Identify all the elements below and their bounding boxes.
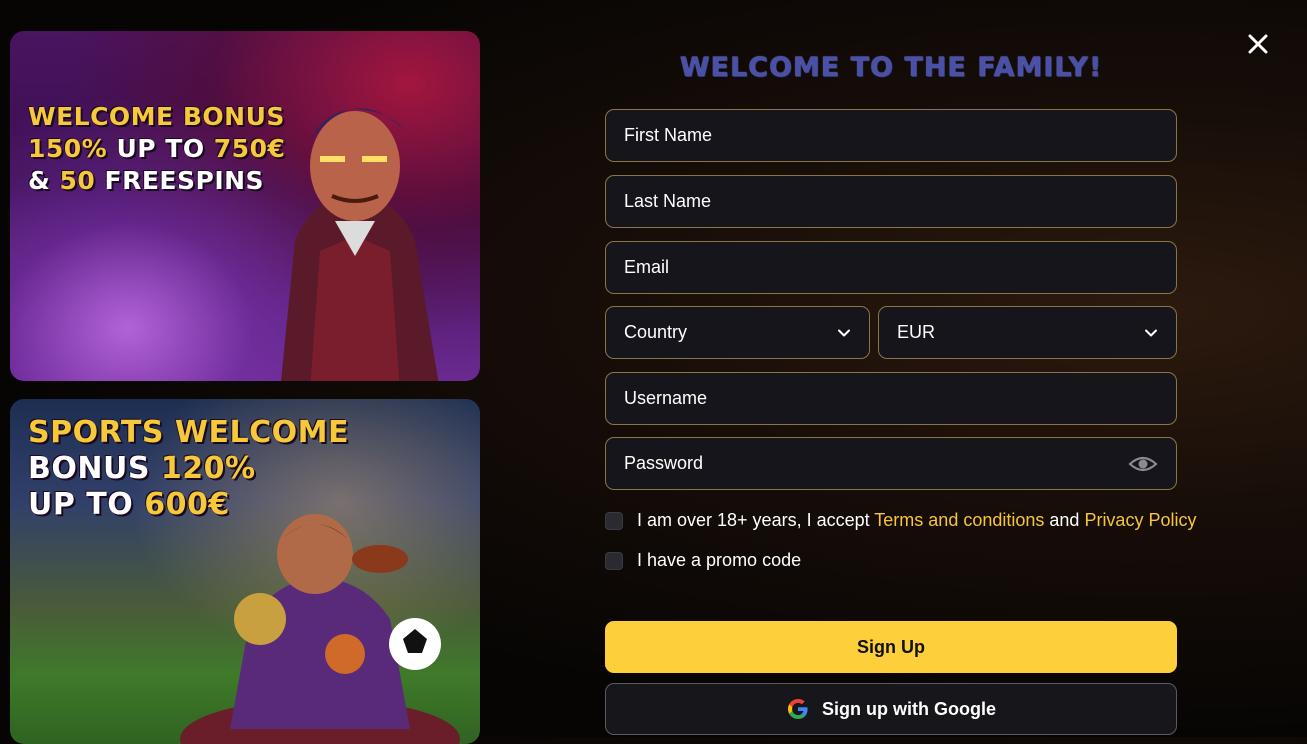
terms-checkbox[interactable] <box>605 511 623 530</box>
country-value: Country <box>624 322 688 342</box>
email-field[interactable]: Email <box>605 241 1177 294</box>
last-name-field[interactable]: Last Name <box>605 175 1177 228</box>
terms-row: I am over 18+ years, I accept Terms and … <box>605 510 1196 531</box>
sports-bonus-banner[interactable]: SPORTS WELCOME BONUS 120% UP TO 600€ <box>10 399 480 744</box>
terms-link[interactable]: Terms and conditions <box>874 510 1044 530</box>
username-field[interactable]: Username <box>605 372 1177 425</box>
close-icon <box>1248 34 1268 54</box>
casino-bonus-text: WELCOME BONUS 150% UP TO 750€ & 50 FREES… <box>28 101 285 197</box>
casino-bonus-line3: & 50 FREESPINS <box>28 165 285 197</box>
chevron-down-icon <box>1145 329 1157 336</box>
casino-bonus-upto: UP TO <box>107 134 214 163</box>
first-name-placeholder: First Name <box>624 125 713 145</box>
email-placeholder: Email <box>624 257 670 277</box>
casino-bonus-freespins: FREESPINS <box>95 166 265 195</box>
casino-bonus-banner[interactable]: WELCOME BONUS 150% UP TO 750€ & 50 FREES… <box>10 31 480 381</box>
currency-value: EUR <box>897 322 936 342</box>
casino-bonus-line1: WELCOME BONUS <box>28 102 285 131</box>
terms-and: and <box>1044 510 1085 530</box>
page-title: WELCOME TO THE FAMILY! <box>679 52 1103 83</box>
casino-bonus-amount: 750€ <box>213 134 286 163</box>
google-icon <box>788 699 808 719</box>
sign-up-button[interactable]: Sign Up <box>605 621 1177 673</box>
eye-icon[interactable] <box>1128 454 1158 474</box>
country-select[interactable]: Country <box>605 306 870 359</box>
sports-bonus-line2: BONUS 120% <box>28 451 349 487</box>
username-placeholder: Username <box>624 388 708 408</box>
casino-bonus-spins-count: 50 <box>59 166 96 195</box>
sports-bonus-amount: 600€ <box>144 487 230 522</box>
google-sign-up-button[interactable]: Sign up with Google <box>605 683 1177 735</box>
currency-select[interactable]: EUR <box>878 306 1177 359</box>
sports-bonus-word: BONUS <box>28 451 161 486</box>
sports-bonus-upto: UP TO <box>28 487 145 522</box>
privacy-link[interactable]: Privacy Policy <box>1084 510 1196 530</box>
sports-bonus-percent: 120% <box>160 451 256 486</box>
sports-bonus-line1: SPORTS WELCOME <box>28 415 349 450</box>
promo-checkbox[interactable] <box>605 551 623 570</box>
password-placeholder: Password <box>624 453 704 473</box>
sports-bonus-line3: UP TO 600€ <box>28 487 349 523</box>
close-button[interactable] <box>1246 32 1270 56</box>
first-name-field[interactable]: First Name <box>605 109 1177 162</box>
sign-up-label: Sign Up <box>857 636 925 657</box>
password-field[interactable]: Password <box>605 437 1177 490</box>
google-sign-up-label: Sign up with Google <box>822 698 996 719</box>
promo-label: I have a promo code <box>637 550 802 570</box>
casino-bonus-percent: 150% <box>28 134 108 163</box>
terms-text: I am over 18+ years, I accept Terms and … <box>637 510 1196 531</box>
casino-bonus-and: & <box>28 166 60 195</box>
promo-row: I have a promo code <box>605 550 801 571</box>
chevron-down-icon <box>838 329 850 336</box>
sports-bonus-text: SPORTS WELCOME BONUS 120% UP TO 600€ <box>28 415 349 523</box>
last-name-placeholder: Last Name <box>624 191 712 211</box>
casino-bonus-line2: 150% UP TO 750€ <box>28 133 285 165</box>
terms-prefix: I am over 18+ years, I accept <box>637 510 875 530</box>
